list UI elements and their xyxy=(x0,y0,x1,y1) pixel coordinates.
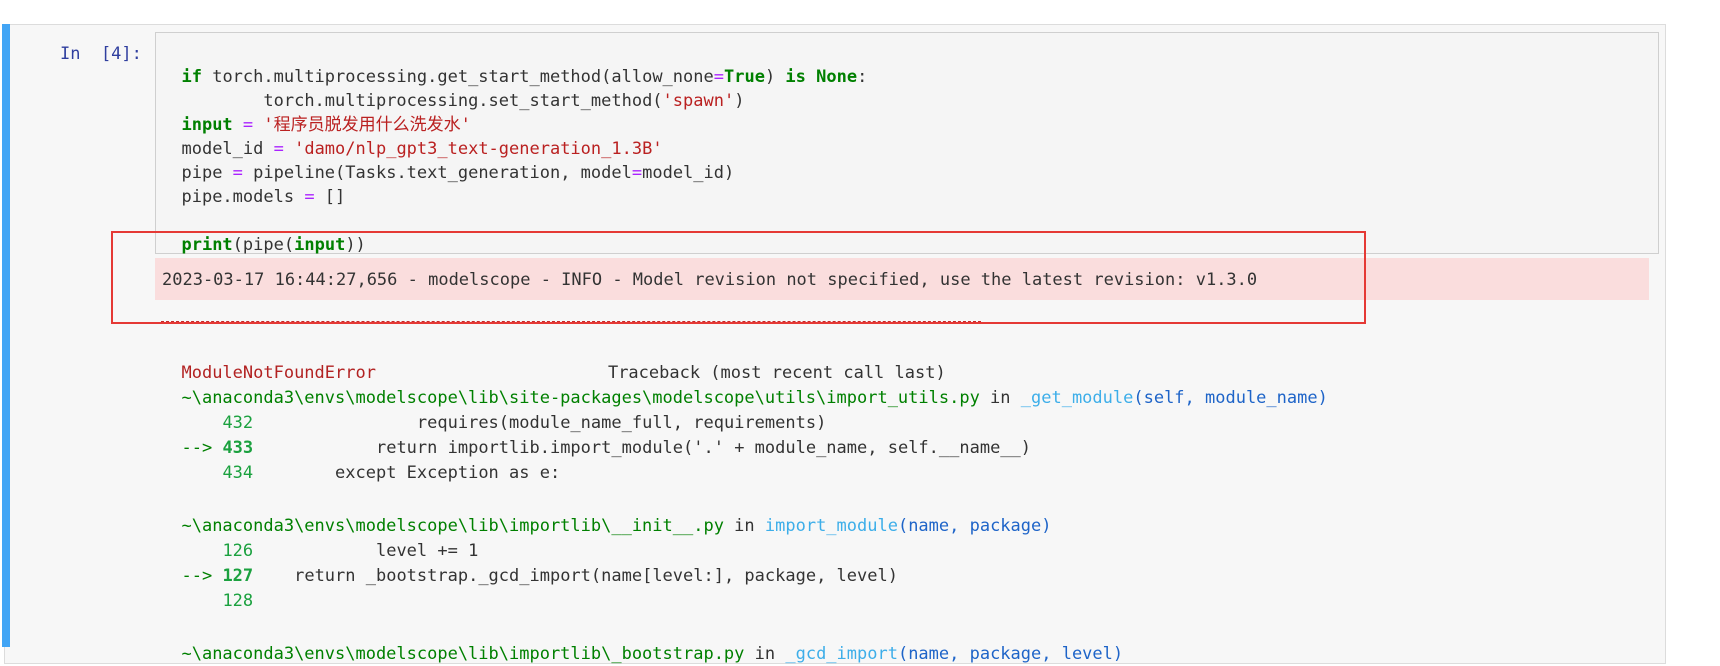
string-spawn: 'spawn' xyxy=(662,91,735,111)
line-code: except Exception as e: xyxy=(253,463,561,483)
frame-in: in xyxy=(744,644,786,664)
frame-func: import_module xyxy=(764,516,898,536)
frame-2-line-2: --> 127 return _bootstrap._gcd_import(na… xyxy=(161,540,898,588)
paren-close: ) xyxy=(734,91,745,111)
frame-in: in xyxy=(723,516,765,536)
line-prefix xyxy=(181,591,222,611)
op-eq: = xyxy=(304,187,315,207)
frame-args: (self, module_name) xyxy=(1133,388,1328,408)
line-code: return _bootstrap._gcd_import(name[level… xyxy=(253,566,898,586)
frame-in: in xyxy=(979,388,1021,408)
paren-close: ) xyxy=(764,67,786,87)
code-text: [] xyxy=(314,187,346,207)
frame-args: (name, package) xyxy=(897,516,1052,536)
line-number: 128 xyxy=(222,591,254,611)
code-text: model_id) xyxy=(642,163,735,183)
frame-3-header: ~\anaconda3\envs\modelscope\lib\importli… xyxy=(161,618,1123,666)
traceback-divider xyxy=(161,321,981,322)
top-remnant xyxy=(0,0,1720,24)
op-eq: = xyxy=(631,163,643,183)
frame-path: ~\anaconda3\envs\modelscope\lib\importli… xyxy=(181,644,745,664)
keyword-is: is xyxy=(785,67,806,87)
frame-1-line-3: 434 except Exception as e: xyxy=(161,437,560,485)
frame-args: (name, package, level) xyxy=(897,644,1124,664)
keyword-none: None xyxy=(805,67,858,87)
frame-2-line-3: 128 xyxy=(161,565,253,613)
frame-func: _get_module xyxy=(1020,388,1134,408)
cell-selection-bar xyxy=(2,24,10,647)
line-number: 434 xyxy=(222,463,254,483)
line-prefix xyxy=(181,463,222,483)
input-prompt: In [4]: xyxy=(60,44,142,64)
code-text: pipe.models xyxy=(181,187,305,207)
code-line-6: pipe.models = [] xyxy=(161,161,345,209)
frame-func: _gcd_import xyxy=(785,644,898,664)
colon: : xyxy=(857,67,868,87)
annotation-highlight-box xyxy=(111,231,1366,324)
